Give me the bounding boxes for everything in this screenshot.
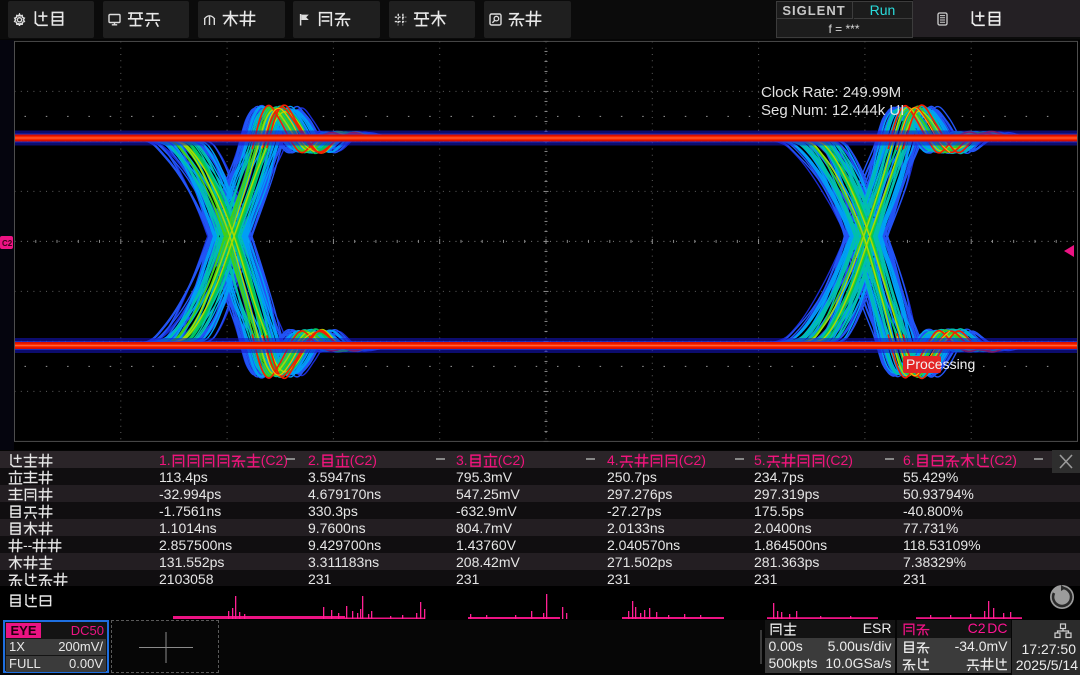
svg-text:C2: C2 xyxy=(2,239,13,248)
svg-text:Clock Rate: 249.99M: Clock Rate: 249.99M xyxy=(761,84,901,101)
svg-text:Seg Num: 12.444k UI: Seg Num: 12.444k UI xyxy=(761,102,904,119)
svg-text:Processing: Processing xyxy=(906,356,975,372)
